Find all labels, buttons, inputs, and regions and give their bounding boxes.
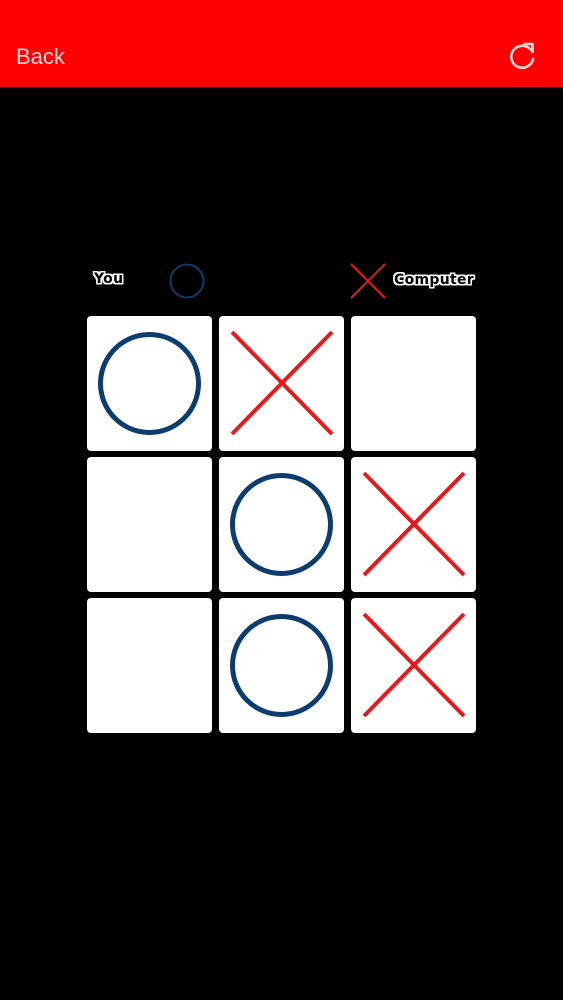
you-o-mark-icon [168, 262, 206, 300]
board-cell-r2-c3[interactable] [351, 457, 476, 592]
board-cell-r3-c2[interactable] [219, 598, 344, 733]
x-mark-icon [362, 471, 466, 577]
game-board [87, 316, 477, 734]
refresh-icon[interactable] [505, 40, 539, 74]
o-mark-icon [230, 614, 333, 717]
you-label: You [94, 271, 124, 287]
x-mark-icon [362, 612, 466, 718]
computer-label: Computer [394, 272, 474, 288]
top-bar: Back [0, 0, 563, 87]
back-button[interactable]: Back [16, 38, 65, 76]
o-mark-icon [98, 332, 201, 435]
computer-x-mark-icon [349, 262, 387, 300]
board-cell-r3-c3[interactable] [351, 598, 476, 733]
o-mark-icon [230, 473, 333, 576]
board-cell-r3-c1[interactable] [87, 598, 212, 733]
x-mark-icon [230, 330, 334, 436]
game-screen: Back You Computer [0, 0, 563, 1000]
board-cell-r1-c2[interactable] [219, 316, 344, 451]
board-cell-r2-c1[interactable] [87, 457, 212, 592]
board-cell-r1-c3[interactable] [351, 316, 476, 451]
board-cell-r2-c2[interactable] [219, 457, 344, 592]
board-cell-r1-c1[interactable] [87, 316, 212, 451]
